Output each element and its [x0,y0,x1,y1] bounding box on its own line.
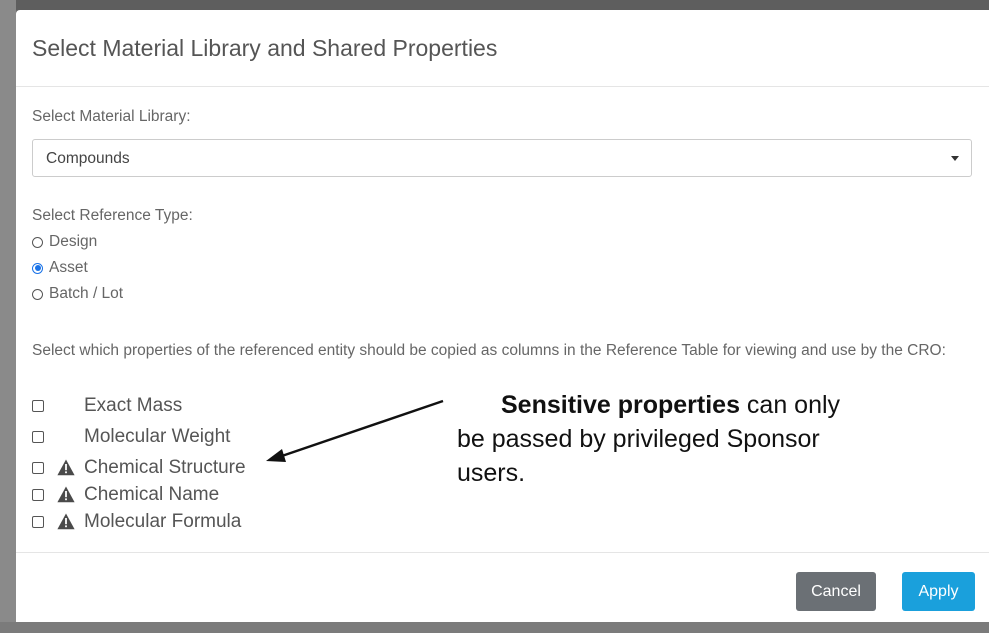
reference-type-label: Select Reference Type: [32,207,193,224]
property-checkbox[interactable] [32,400,44,412]
property-row[interactable]: Molecular Weight [32,425,230,449]
material-library-value: Compounds [46,150,130,167]
annotation-bold-text: Sensitive properties [501,391,740,419]
radio-asset[interactable]: Asset [32,258,88,278]
property-checkbox[interactable] [32,462,44,474]
backdrop [0,0,989,10]
caret-down-icon [951,156,959,161]
property-checkbox[interactable] [32,516,44,528]
radio-asset-label: Asset [49,259,88,276]
warning-triangle-icon [57,513,75,530]
radio-design[interactable]: Design [32,232,97,252]
radio-batch-lot[interactable]: Batch / Lot [32,284,123,304]
property-label: Exact Mass [84,395,183,416]
property-row[interactable]: Molecular Formula [32,510,241,534]
radio-asset-button[interactable] [32,262,43,274]
property-row[interactable]: Exact Mass [32,394,182,418]
backdrop-bottom [0,622,989,633]
property-row[interactable]: Chemical Structure [32,456,246,480]
apply-button[interactable]: Apply [902,572,975,611]
property-label: Molecular Weight [84,426,231,447]
cancel-button[interactable]: Cancel [796,572,876,611]
sensitive-properties-annotation: Sensitive properties can only be passed … [457,388,847,490]
warning-triangle-icon [57,459,75,476]
warning-triangle-icon [57,486,75,503]
property-label: Chemical Name [84,484,220,505]
radio-design-button[interactable] [32,236,43,248]
property-row[interactable]: Chemical Name [32,483,219,507]
backdrop-left [0,0,16,633]
radio-design-label: Design [49,233,98,250]
radio-batch-lot-label: Batch / Lot [49,285,124,302]
property-label: Chemical Structure [84,457,246,478]
property-label: Molecular Formula [84,511,242,532]
property-checkbox[interactable] [32,489,44,501]
material-library-dialog: Select Material Library and Shared Prope… [16,10,989,622]
material-library-select[interactable]: Compounds [32,139,972,177]
radio-batch-lot-button[interactable] [32,288,43,300]
property-checkbox[interactable] [32,431,44,443]
material-library-label: Select Material Library: [32,108,191,125]
dialog-header: Select Material Library and Shared Prope… [16,10,989,87]
properties-description: Select which properties of the reference… [32,342,946,359]
dialog-title: Select Material Library and Shared Prope… [32,35,498,61]
dialog-footer: Cancel Apply [16,552,989,623]
